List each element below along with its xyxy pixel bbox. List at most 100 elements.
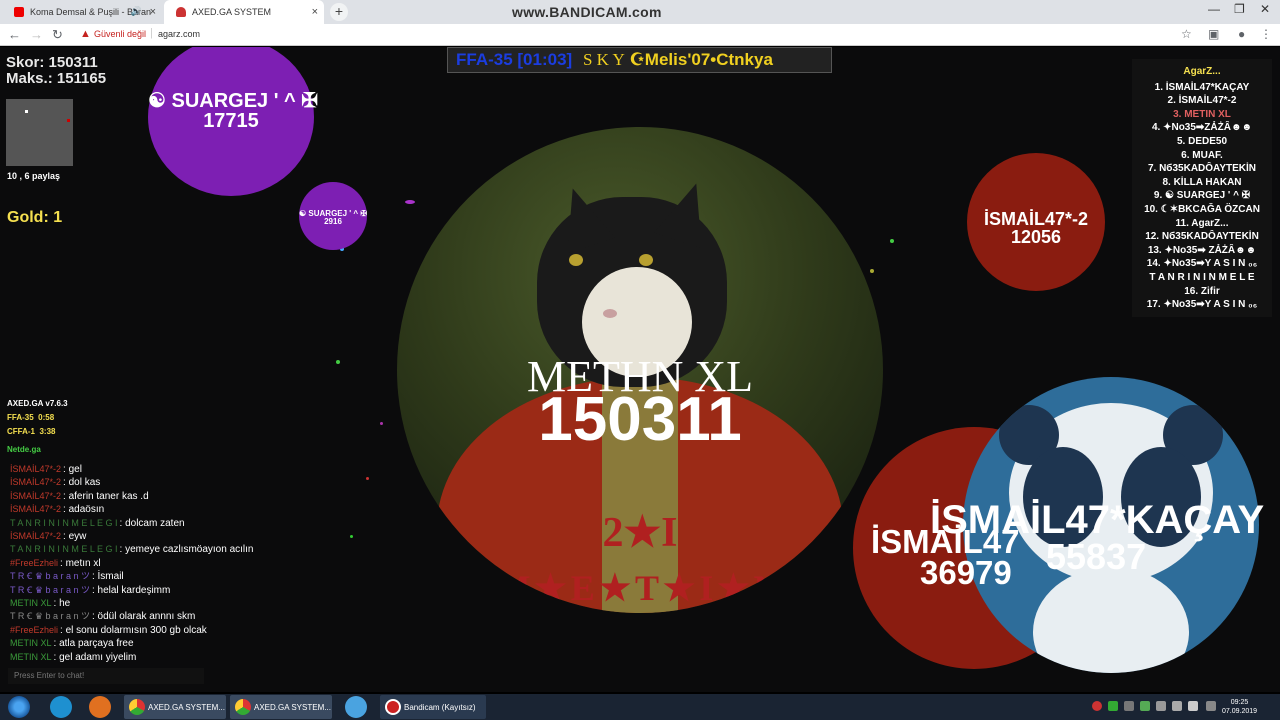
cell-mass: 17715	[203, 110, 259, 132]
clan-tag: S K Y	[582, 50, 625, 69]
chat-message: İSMAİL47*-2: dol kas	[10, 476, 253, 489]
chat-sender[interactable]: İSMAİL47*-2	[10, 464, 61, 474]
leaderboard-entry: 9. ☯ SUARGEJ ' ^ ✠	[1153, 190, 1251, 202]
taskbar-item-chrome-1[interactable]: AXED.GA SYSTEM...	[124, 695, 226, 719]
chat-text: : el sonu dolarmısın 300 gb olcak	[60, 624, 207, 636]
internet-explorer-icon[interactable]	[50, 696, 72, 718]
chat-input[interactable]: Press Enter to chat!	[8, 668, 204, 684]
close-window-icon[interactable]: ✕	[1260, 2, 1270, 16]
chat-text: : metın xl	[60, 557, 101, 569]
chat-sender[interactable]: İSMAİL47*-2	[10, 531, 61, 541]
menu-icon[interactable]: ⋮	[1260, 27, 1272, 41]
url-separator: |	[150, 27, 153, 39]
tab-title: AXED.GA SYSTEM	[192, 7, 272, 17]
app-icon[interactable]	[345, 696, 367, 718]
tray-app-icon[interactable]	[1172, 701, 1182, 711]
top-title: ☪Melis'07•Ctnkya	[629, 50, 773, 69]
url-input[interactable]: agarz.com	[158, 29, 200, 39]
chat-text: : dolcam zaten	[119, 517, 185, 529]
skin-cat-nose	[603, 309, 617, 318]
chat-sender[interactable]: ΜΕΤΙΝ ΧL	[10, 598, 52, 608]
tab-axed-system[interactable]: AXED.GA SYSTEM ×	[164, 0, 324, 24]
food-pellet	[405, 200, 415, 204]
star-icon[interactable]: ☆	[1181, 27, 1192, 41]
tray-volume-icon[interactable]	[1188, 701, 1198, 711]
tray-keyboard-icon[interactable]	[1206, 701, 1216, 711]
chat-sender[interactable]: #FreeEzheli	[10, 625, 58, 635]
clock[interactable]: 09:25 07.09.2019	[1222, 698, 1257, 716]
chrome-icon	[235, 699, 251, 715]
skin-text: 2★I	[602, 510, 678, 556]
chat-sender[interactable]: T R Ꞓ ♛ b a r a n ツ	[10, 571, 90, 581]
new-tab-button[interactable]: +	[330, 3, 348, 21]
game-canvas[interactable]: ☯ SUARGEJ ' ^ ✠ 17715 ☯ SUARGEJ ' ^ ✠ 29…	[0, 47, 1280, 692]
tray-app-icon[interactable]	[1140, 701, 1150, 711]
extension-icon[interactable]: ▣	[1208, 27, 1219, 41]
leaderboard-list: 1. İSMAİL47*KAÇAY 2. İSMAİL47*-2 3. ΜΕΤΙΝ …	[1132, 81, 1272, 312]
leaderboard-entry: 16. Zifir	[1184, 285, 1220, 297]
leaderboard-entry: 13. ✦No35➡ ZẢŻÂ☻☻	[1147, 244, 1257, 256]
chat-text: : atla parçaya free	[53, 638, 134, 650]
server-row[interactable]: FFA-35 0:58	[7, 411, 68, 425]
maximize-icon[interactable]: ❐	[1234, 2, 1245, 16]
tray-network-icon[interactable]	[1156, 701, 1166, 711]
tray-app-icon[interactable]	[1124, 701, 1134, 711]
food-pellet	[350, 535, 353, 538]
clock-date: 07.09.2019	[1222, 708, 1258, 715]
player-cell: 2★I M★E★T★I★N ΜΕΤΗΝ ΧL 150311	[397, 127, 883, 613]
tab-koma-demsal[interactable]: Koma Demsal & Puşili - Baran 🔊 ×	[2, 0, 162, 24]
firefox-icon[interactable]	[89, 696, 111, 718]
chat-sender[interactable]: T A N R I N I N M E L E G I	[10, 518, 118, 528]
chat-text: : he	[53, 598, 71, 610]
taskbar-item-bandicam[interactable]: Bandicam (Kayıtsız)	[380, 695, 486, 719]
chat-text: : İsmail	[91, 571, 124, 583]
cell-mass: 12056	[1010, 227, 1062, 247]
chat-sender[interactable]: T R Ꞓ ♛ b a r a n ツ	[10, 585, 90, 595]
chat-sender[interactable]: İSMAİL47*-2	[10, 504, 61, 514]
chat-message: ΜΕΤΙΝ ΧL: he	[10, 597, 253, 610]
server-row[interactable]: CFFA-1 3:38	[7, 425, 68, 439]
cell-name: İSMAİL47*KAÇAY	[930, 498, 1265, 542]
tray-app-icon[interactable]	[1108, 701, 1118, 711]
chat-text: : dol kas	[63, 477, 101, 489]
chat-sender[interactable]: T A N R I N I N M E L E G I	[10, 544, 118, 554]
leaderboard-entry: 12. Nб35KADÔAYTEKİN	[1145, 231, 1259, 243]
leaderboard-entry: 14. ✦No35➡Y A S I N ₀₆	[1146, 258, 1258, 270]
back-icon[interactable]: ←	[8, 27, 21, 42]
close-tab-icon[interactable]: ×	[312, 6, 318, 18]
leaderboard-entry: 5. DEDE50	[1176, 135, 1228, 147]
chat-sender[interactable]: #FreeEzheli	[10, 558, 58, 568]
security-label[interactable]: Güvenli değil	[94, 29, 146, 39]
cell-mass: 2916	[324, 217, 342, 226]
chat-sender[interactable]: ΜΕΤΙΝ ΧL	[10, 638, 52, 648]
server-name: CFFA-1	[7, 427, 35, 436]
chat-sender[interactable]: ΜΕΤΙΝ ΧL	[10, 652, 52, 662]
leaderboard-entry: 8. KİLLA HAKAN	[1162, 176, 1242, 188]
warning-icon[interactable]: ▲	[80, 28, 91, 40]
chat-message: #FreeEzheli: metın xl	[10, 557, 253, 570]
chat-message: T R Ꞓ ♛ b a r a n ツ: İsmail	[10, 570, 253, 583]
minimize-icon[interactable]: —	[1208, 2, 1220, 16]
chat-text: : adaösın	[63, 504, 105, 516]
account-icon[interactable]: ●	[1238, 27, 1245, 41]
chat-sender[interactable]: İSMAİL47*-2	[10, 491, 61, 501]
forward-icon[interactable]: →	[30, 27, 43, 42]
taskbar-item-chrome-2[interactable]: AXED.GA SYSTEM...	[230, 695, 332, 719]
leaderboard-entry: 2. İSMAİL47*-2	[1167, 95, 1237, 107]
max-score-value: Maks.: 151165	[6, 70, 107, 87]
taskbar-label: Bandicam (Kayıtsız)	[404, 702, 476, 712]
chat-sender[interactable]: T R Ꞓ ♛ b a r a n ツ	[10, 611, 90, 621]
food-pellet	[380, 422, 383, 425]
server-time: 0:58	[38, 413, 55, 422]
close-tab-icon[interactable]: ×	[150, 6, 156, 18]
reload-icon[interactable]: ↻	[52, 27, 63, 43]
tray-record-icon[interactable]	[1092, 701, 1102, 711]
cell-name: İSMAİL47*-2	[983, 209, 1089, 229]
chat-message: T R Ꞓ ♛ b a r a n ツ: ödül olarak annnı s…	[10, 610, 253, 623]
leaderboard-entry: T A N R I N I N M E L E	[1149, 271, 1255, 283]
score-value: Skor: 150311	[6, 54, 98, 71]
start-button-icon[interactable]	[8, 696, 30, 718]
speaker-icon[interactable]: 🔊	[131, 6, 142, 17]
chat-sender[interactable]: İSMAİL47*-2	[10, 477, 61, 487]
enemy-cell-suargej-split: ☯ SUARGEJ ' ^ ✠ 2916	[299, 182, 367, 250]
